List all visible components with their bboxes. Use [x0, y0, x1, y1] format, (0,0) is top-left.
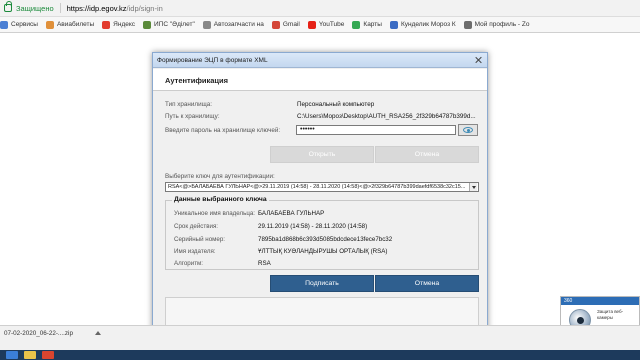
start-icon[interactable] [6, 351, 18, 359]
algorithm-value: RSA [258, 260, 271, 267]
bookmark-item[interactable]: Сервисы [0, 20, 38, 29]
bookmark-item[interactable]: Карты [352, 20, 382, 29]
dialog-header: Аутентификация [153, 69, 487, 91]
key-details-group: Данные выбранного ключа Уникальное имя в… [165, 196, 479, 270]
open-button[interactable]: Открыть [270, 146, 374, 163]
show-password-button[interactable] [458, 124, 478, 136]
dialog-titlebar[interactable]: Формирование ЭЦП в формате XML [153, 53, 487, 68]
issuer-value: ҰЛТТЫҚ КУӘЛАНДЫРУШЫ ОРТАЛЫҚ (RSA) [258, 248, 388, 255]
store-path-value: C:\Users\Мороз\Desktop\AUTH_RSA256_2f329… [297, 113, 476, 120]
divider [59, 3, 61, 13]
bookmark-label: YouTube [318, 21, 345, 28]
address-bar[interactable]: Защищено https://idp.egov.kz/idp/sign-in [0, 0, 640, 17]
eye-icon [463, 127, 473, 133]
password-field[interactable]: •••••• [296, 125, 456, 135]
signature-dialog: Формирование ЭЦП в формате XML Аутентифи… [152, 52, 488, 332]
bookmark-item[interactable]: Gmail [271, 20, 300, 29]
bookmark-item[interactable]: YouTube [307, 20, 345, 29]
secure-label: Защищено [16, 3, 54, 13]
chevron-up-icon[interactable] [95, 331, 101, 335]
store-path-label: Путь к хранилищу: [165, 113, 220, 120]
bookmark-label: ИПС "Әділет" [154, 21, 195, 28]
store-type-label: Тип хранилища: [165, 101, 213, 108]
owner-label: Уникальное имя владельца: [174, 210, 256, 217]
dialog-heading: Аутентификация [165, 76, 229, 85]
validity-value: 29.11.2019 (14:58) - 28.11.2020 (14:58) [258, 223, 368, 230]
bookmark-label: Авиабилеты [56, 21, 95, 28]
favicon-icon [463, 20, 472, 29]
key-select-value: RSA<@>БАЛАБАЕВА ГУЛЬНАР<@>29.11.2019 (14… [168, 184, 466, 190]
favicon-icon [307, 20, 316, 29]
favicon-icon [389, 20, 398, 29]
issuer-label: Имя издателя: [174, 248, 216, 255]
serial-value: 7895ba1d868b6c393d5085bdcdece13fece7bc32 [258, 236, 393, 243]
cancel-button[interactable]: Отмена [375, 275, 479, 292]
owner-value: БАЛАБАЕВА ГУЛЬНАР [258, 210, 325, 217]
popup-header: 360 [561, 297, 639, 305]
bookmark-label: Кунделик Мороз К [400, 21, 456, 28]
cancel-top-button[interactable]: Отмена [375, 146, 479, 163]
bookmark-item[interactable]: Автозапчасти на [202, 20, 264, 29]
favicon-icon [352, 20, 361, 29]
browser-icon[interactable] [42, 351, 54, 359]
store-type-value: Персональный компьютер [297, 101, 375, 108]
password-label: Введите пароль на хранилище ключей: [165, 127, 281, 134]
bookmark-label: Сервисы [11, 21, 38, 28]
dialog-title: Формирование ЭЦП в формате XML [157, 56, 268, 64]
favicon-icon [102, 20, 111, 29]
favicon-icon [45, 20, 54, 29]
url-text[interactable]: https://idp.egov.kz/idp/sign-in [67, 4, 163, 13]
download-item[interactable]: 07-02-2020_06-22-....zip [4, 330, 73, 337]
favicon-icon [0, 20, 8, 29]
serial-label: Серийный номер: [174, 236, 226, 243]
group-title: Данные выбранного ключа [172, 196, 269, 203]
bookmark-label: Gmail [282, 21, 300, 28]
algorithm-label: Алгоритм: [174, 260, 204, 267]
popup-text: Защита веб-камеры [597, 309, 624, 320]
favicon-icon [143, 20, 152, 29]
key-select[interactable]: RSA<@>БАЛАБАЕВА ГУЛЬНАР<@>29.11.2019 (14… [165, 182, 479, 192]
bookmark-item[interactable]: Яндекс [102, 20, 136, 29]
bookmark-item[interactable]: Кунделик Мороз К [389, 20, 456, 29]
favicon-icon [271, 20, 280, 29]
bookmark-label: Карты [363, 21, 382, 28]
bookmark-item[interactable]: ИПС "Әділет" [143, 20, 195, 29]
chevron-down-icon[interactable] [469, 183, 477, 191]
bookmark-label: Яндекс [113, 21, 136, 28]
bookmark-item[interactable]: Авиабилеты [45, 20, 95, 29]
sign-button[interactable]: Подписать [270, 275, 374, 292]
bookmark-item[interactable]: Мой профиль - Zo [463, 20, 530, 29]
bookmarks-bar: Сервисы Авиабилеты Яндекс ИПС "Әділет" Автоз… [0, 17, 640, 33]
taskbar [0, 350, 640, 360]
validity-label: Срок действия: [174, 223, 219, 230]
lock-icon [4, 1, 12, 12]
favicon-icon [202, 20, 211, 29]
bookmark-label: Автозапчасти на [213, 21, 264, 28]
folder-icon[interactable] [24, 351, 36, 359]
close-icon[interactable] [475, 56, 483, 64]
key-select-label: Выберите ключ для аутентификации: [165, 173, 275, 180]
bookmark-label: Мой профиль - Zo [474, 21, 530, 28]
